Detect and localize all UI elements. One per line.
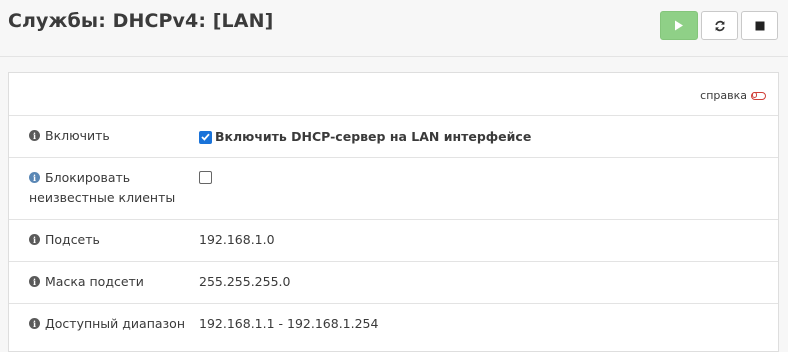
enable-label-wrap: i Включить	[29, 126, 110, 146]
subnet-row: i Подсеть 192.168.1.0	[9, 220, 778, 262]
dhcp-settings-panel: справка i Включить Включить DHCP-сервер …	[8, 72, 779, 352]
page-header: Службы: DHCPv4: [LAN]	[0, 0, 788, 57]
toggle-icon	[751, 91, 766, 100]
subnet-mask-label: Маска подсети	[45, 274, 144, 289]
subnet-mask-label-wrap: i Маска подсети	[29, 272, 144, 292]
help-toggle[interactable]: справка	[700, 89, 766, 102]
refresh-icon	[714, 20, 725, 31]
help-label: справка	[700, 89, 747, 102]
block-unknown-label-line1: Блокировать	[45, 170, 131, 185]
enable-value: Включить DHCP-сервер на LAN интерфейсе	[199, 127, 531, 147]
block-unknown-label-wrap: i Блокировать	[29, 168, 130, 188]
checkmark-icon	[201, 133, 210, 141]
available-range-label: Доступный диапазон	[45, 316, 186, 331]
available-range-value: 192.168.1.1 - 192.168.1.254	[199, 316, 379, 331]
block-unknown-label: Блокировать	[45, 168, 130, 188]
subnet-mask-row: i Маска подсети 255.255.255.0	[9, 262, 778, 304]
subnet-value: 192.168.1.0	[199, 232, 275, 247]
block-unknown-label-line2: неизвестные клиенты	[29, 190, 176, 205]
available-range-label-wrap: i Доступный диапазон	[29, 314, 185, 334]
info-icon[interactable]: i	[29, 318, 40, 329]
enable-dhcp-checkbox[interactable]	[199, 130, 212, 144]
block-unknown-value	[199, 171, 215, 184]
info-icon[interactable]: i	[29, 234, 40, 245]
play-icon	[675, 20, 683, 31]
restart-service-button[interactable]	[701, 11, 738, 40]
page-title: Службы: DHCPv4: [LAN]	[8, 10, 274, 32]
info-icon[interactable]: i	[29, 172, 40, 183]
start-service-button[interactable]	[660, 11, 698, 40]
subnet-label: Подсеть	[45, 232, 100, 247]
info-icon[interactable]: i	[29, 130, 40, 141]
enable-row: i Включить Включить DHCP-сервер на LAN и…	[9, 116, 778, 158]
block-unknown-row: i Блокировать неизвестные клиенты	[9, 158, 778, 220]
subnet-mask-value: 255.255.255.0	[199, 274, 291, 289]
available-range-row: i Доступный диапазон 192.168.1.1 - 192.1…	[9, 304, 778, 345]
enable-dhcp-label[interactable]: Включить DHCP-сервер на LAN интерфейсе	[215, 127, 531, 147]
info-icon[interactable]: i	[29, 276, 40, 287]
subnet-label-wrap: i Подсеть	[29, 230, 100, 250]
block-unknown-checkbox[interactable]	[199, 171, 212, 184]
help-row: справка	[9, 73, 778, 116]
enable-label: Включить	[45, 128, 110, 143]
service-actions	[660, 11, 778, 40]
stop-service-button[interactable]	[741, 11, 778, 40]
stop-icon	[755, 21, 764, 30]
